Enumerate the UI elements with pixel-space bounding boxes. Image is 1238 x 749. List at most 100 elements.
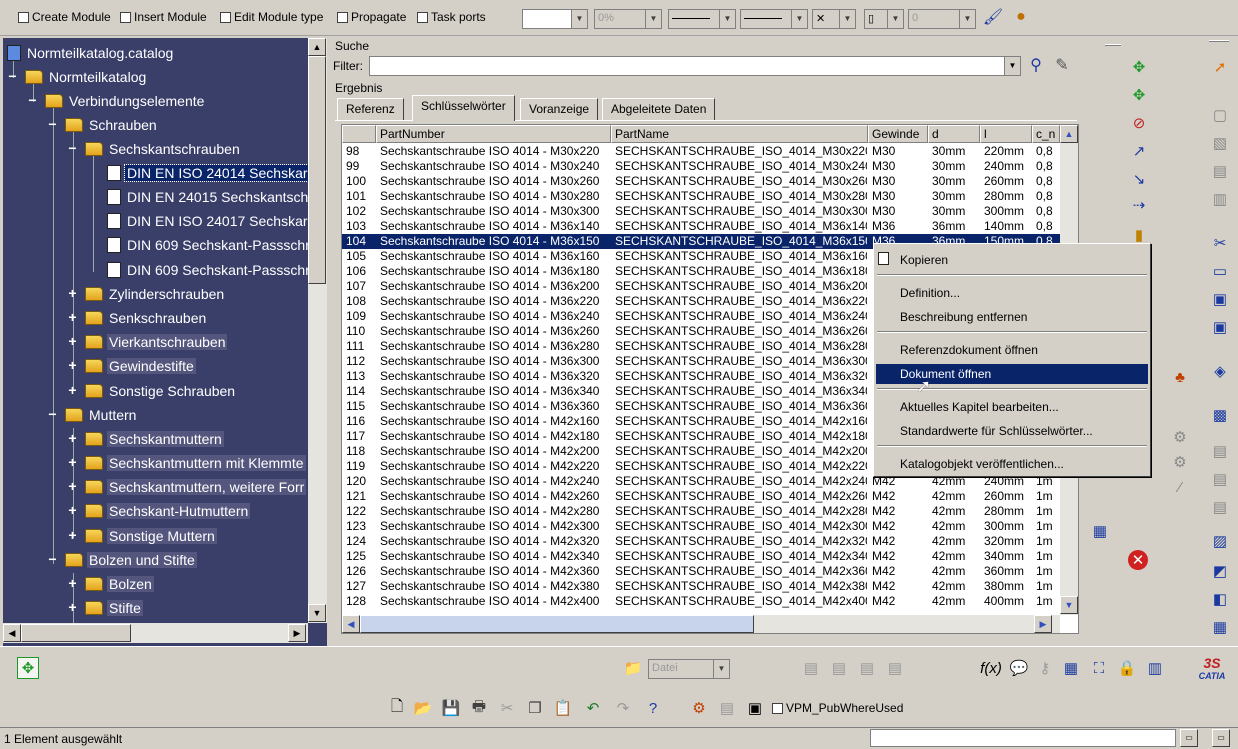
scroll-thumb[interactable]	[308, 56, 326, 284]
save-icon[interactable]: 💾	[440, 697, 462, 719]
plm-icon[interactable]: ▦	[1209, 616, 1231, 638]
assembly-icon[interactable]: ▩	[1209, 404, 1231, 426]
graphic-properties-icon[interactable]: ●	[1010, 6, 1032, 28]
select-arrow-icon[interactable]: ➚	[1209, 56, 1231, 78]
format-painter-icon[interactable]: 🖌	[982, 6, 1004, 28]
checkbox-box[interactable]	[417, 11, 428, 23]
expand-icon[interactable]: +	[68, 528, 77, 542]
eraser-icon[interactable]: ✎	[1051, 54, 1073, 76]
tree-item-din-en-iso-24014[interactable]: DIN EN ISO 24014 Sechskar	[107, 163, 308, 183]
insert-module-checkbox[interactable]: Insert Module	[120, 8, 207, 26]
column-header-partnumber[interactable]: PartNumber	[376, 125, 611, 143]
table-row[interactable]: 99 Sechskantschraube ISO 4014 - M30x240 SE…	[342, 159, 1060, 174]
filter-input[interactable]: ▼	[369, 56, 1021, 76]
table-row[interactable]: 98 Sechskantschraube ISO 4014 - M30x220 SE…	[342, 144, 1060, 159]
table-row[interactable]: 125 Sechskantschraube ISO 4014 - M42x340 S…	[342, 549, 1060, 564]
command-history-icon[interactable]: ▭	[1180, 729, 1198, 747]
column-header-partname[interactable]: PartName	[611, 125, 868, 143]
paste-icon[interactable]: 📋	[552, 697, 574, 719]
vpm-document-icon[interactable]: ▤	[716, 697, 738, 719]
checkbox-box[interactable]	[772, 702, 783, 714]
scroll-up-icon[interactable]: ▲	[1060, 125, 1078, 143]
table-row[interactable]: 126 Sechskantschraube ISO 4014 - M42x360 S…	[342, 564, 1060, 579]
redo-icon[interactable]: ↷	[612, 697, 634, 719]
filter-tool-icon[interactable]: ◧	[1209, 588, 1231, 610]
binoculars-icon[interactable]: ⚲	[1025, 54, 1047, 76]
tree-horizontal-scrollbar[interactable]: ◀ ▶	[3, 623, 308, 643]
menu-item-referenzdokument-oeffnen[interactable]: Referenzdokument öffnen	[876, 340, 1148, 360]
close-icon[interactable]: ✕	[1128, 550, 1148, 570]
vpm-pubwhereused-checkbox[interactable]: VPM_PubWhereUsed	[772, 699, 903, 717]
scroll-right-icon[interactable]: ▶	[288, 624, 306, 642]
tree-item-din-en-24015[interactable]: DIN EN 24015 Sechskantsch	[107, 187, 308, 207]
help-icon[interactable]: ?	[642, 697, 664, 719]
column-header-l[interactable]: l	[980, 125, 1032, 143]
expand-icon[interactable]: +	[68, 431, 77, 445]
command-input[interactable]	[870, 729, 1176, 747]
new-part-icon[interactable]: ▤	[1209, 160, 1231, 182]
table-row[interactable]: 127 Sechskantschraube ISO 4014 - M42x380 S…	[342, 579, 1060, 594]
collapse-icon[interactable]: −	[48, 407, 57, 421]
tree-item-senkschrauben[interactable]: Senkschrauben	[85, 308, 208, 328]
chevron-down-icon[interactable]: ▼	[887, 10, 903, 28]
expand-icon[interactable]: +	[68, 503, 77, 517]
graph-icon[interactable]: ▣	[1209, 288, 1231, 310]
tree-item-gewindestifte[interactable]: Gewindestifte	[85, 356, 196, 376]
tree-item-sechskant-hutmuttern[interactable]: Sechskant-Hutmuttern	[85, 501, 251, 521]
tree-item-sechskantmuttern[interactable]: Sechskantmuttern	[85, 429, 224, 449]
menu-item-kopieren[interactable]: Kopieren	[876, 250, 1148, 270]
menu-item-standardwerte[interactable]: Standardwerte für Schlüsselwörter...	[876, 421, 1148, 441]
table-horizontal-scrollbar[interactable]: ◀ ▶	[342, 615, 1060, 633]
scroll-down-icon[interactable]: ▼	[1060, 596, 1078, 614]
new-document-icon[interactable]: 🗋	[386, 697, 408, 719]
scroll-right-icon[interactable]: ▶	[1034, 615, 1052, 633]
menu-item-katalogobjekt-veroeffentlichen[interactable]: Katalogobjekt veröffentlichen...	[876, 454, 1148, 474]
tree-item-verbindungselemente[interactable]: Verbindungselemente	[45, 91, 206, 111]
pan-icon[interactable]: ✥	[1128, 56, 1150, 78]
normal-view-icon[interactable]: ⇢	[1128, 194, 1150, 216]
scroll-down-icon[interactable]: ▼	[308, 604, 326, 622]
tree-item-din-609-b[interactable]: DIN 609 Sechskant-Passschr	[107, 260, 308, 280]
table-row[interactable]: 128 Sechskantschraube ISO 4014 - M42x400 S…	[342, 594, 1060, 609]
collapse-icon[interactable]: −	[28, 93, 37, 107]
tree-item-schrauben[interactable]: Schrauben	[65, 115, 159, 135]
tree-item-sonstige-muttern[interactable]: Sonstige Muttern	[85, 526, 217, 546]
menu-item-beschreibung-entfernen[interactable]: Beschreibung entfernen	[876, 307, 1148, 327]
expand-icon[interactable]: +	[68, 455, 77, 469]
zoom-in-icon[interactable]: ↗	[1128, 140, 1150, 162]
catalog-view-icon[interactable]: ▦	[1089, 520, 1111, 542]
checkbox-box[interactable]	[120, 11, 131, 23]
table-row[interactable]: 101 Sechskantschraube ISO 4014 - M30x280 S…	[342, 189, 1060, 204]
table-row[interactable]: 123 Sechskantschraube ISO 4014 - M42x300 S…	[342, 519, 1060, 534]
undo-icon[interactable]: ↶	[582, 697, 604, 719]
column-header-index[interactable]	[342, 125, 376, 143]
print-icon[interactable]: 🖶	[468, 697, 490, 719]
expand-icon[interactable]: +	[68, 286, 77, 300]
collapse-icon[interactable]: −	[8, 69, 17, 83]
collapse-icon[interactable]: −	[68, 141, 77, 155]
expand-icon[interactable]: +	[68, 600, 77, 614]
checkbox-box[interactable]	[337, 11, 348, 23]
expand-icon[interactable]: +	[68, 358, 77, 372]
tree-item-sechskantschrauben[interactable]: Sechskantschrauben	[85, 139, 242, 159]
expand-icon[interactable]: +	[68, 576, 77, 590]
expand-icon[interactable]: +	[68, 310, 77, 324]
tab-schluesselwoerter[interactable]: Schlüsselwörter	[412, 95, 515, 121]
tab-referenz[interactable]: Referenz	[337, 98, 404, 120]
table-row[interactable]: 103 Sechskantschraube ISO 4014 - M36x140 S…	[342, 219, 1060, 234]
parameters-icon[interactable]: ▥	[1144, 657, 1166, 679]
tab-abgeleitete-daten[interactable]: Abgeleitete Daten	[602, 98, 716, 120]
tree-item-zylinderschrauben[interactable]: Zylinderschrauben	[85, 284, 226, 304]
tree-item-normteilkatalog[interactable]: Normteilkatalog	[25, 67, 148, 87]
column-header-d[interactable]: d	[928, 125, 980, 143]
comment-icon[interactable]: 💬	[1008, 657, 1030, 679]
zoom-out-icon[interactable]: ↘	[1128, 168, 1150, 190]
tree-item-din-en-iso-24017[interactable]: DIN EN ISO 24017 Sechskar	[107, 211, 308, 231]
no-show-icon[interactable]: ⊘	[1128, 112, 1150, 134]
menu-item-definition[interactable]: Definition...	[876, 283, 1148, 303]
fit-all-icon[interactable]: ✥	[17, 657, 39, 679]
folder-icon[interactable]: 📁	[622, 657, 644, 679]
insert-component-icon[interactable]: ▢	[1209, 104, 1231, 126]
scroll-up-icon[interactable]: ▲	[308, 38, 326, 56]
new-product-icon[interactable]: ▧	[1209, 132, 1231, 154]
